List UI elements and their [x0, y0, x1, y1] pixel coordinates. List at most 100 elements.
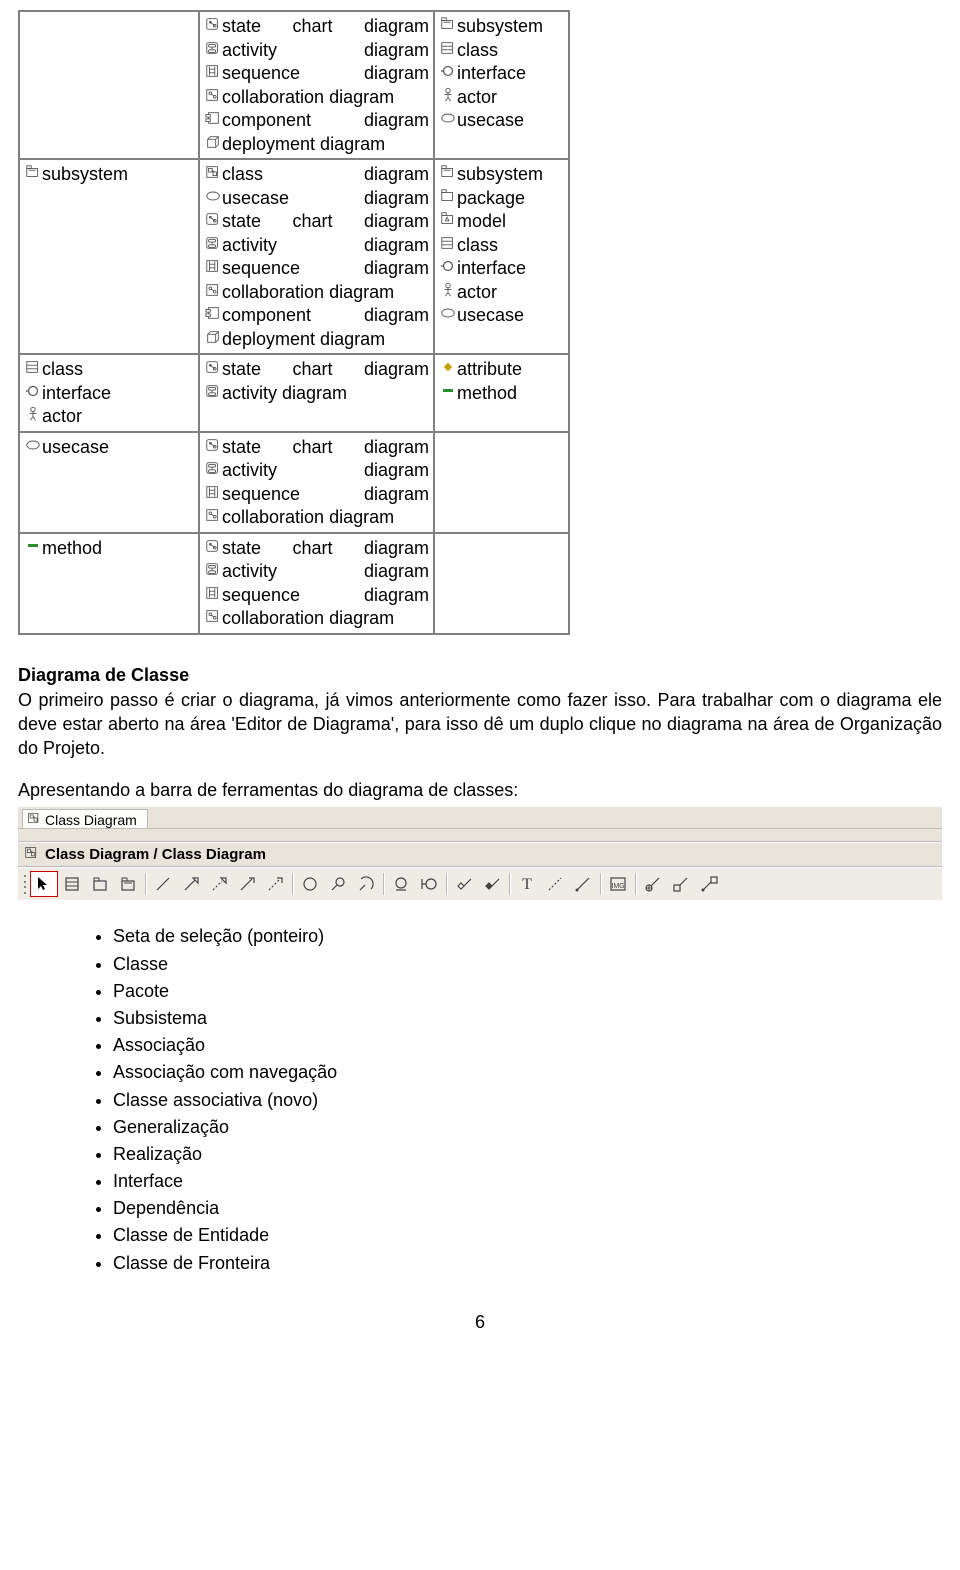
lollipop-tool[interactable] — [324, 871, 352, 897]
list-item: model — [439, 210, 564, 233]
activity-icon — [204, 459, 222, 477]
statechart-icon — [204, 15, 222, 33]
statechart-icon — [204, 436, 222, 454]
actor-icon — [24, 405, 42, 423]
list-item: state chart diagram — [204, 15, 429, 38]
sequence-icon — [204, 483, 222, 501]
realization-tool[interactable] — [205, 871, 233, 897]
pointer-tool[interactable] — [30, 871, 58, 897]
subsystem-tool[interactable] — [114, 871, 142, 897]
list-item: method — [439, 382, 564, 405]
interface-tool[interactable] — [296, 871, 324, 897]
page-number: 6 — [18, 1312, 942, 1333]
list-item: deployment diagram — [204, 328, 429, 351]
toolbar-separator — [509, 873, 510, 895]
item-label: actor — [457, 86, 564, 109]
usecase-icon — [24, 436, 42, 454]
package-icon — [439, 187, 457, 205]
item-label: usecase — [42, 436, 194, 459]
item-label: class — [42, 358, 194, 381]
item-label: class — [457, 39, 564, 62]
component-icon — [204, 304, 222, 322]
table-cell: class diagramusecase diagramstate chart … — [199, 159, 434, 354]
association-tool[interactable] — [149, 871, 177, 897]
list-item: interface — [439, 257, 564, 280]
list-item: actor — [24, 405, 194, 428]
aggregation-tool[interactable] — [450, 871, 478, 897]
class-diagram-editor-screenshot: Class Diagram Class Diagram / Class Diag… — [18, 807, 942, 900]
class-icon — [439, 39, 457, 57]
anchor-line-tool[interactable] — [569, 871, 597, 897]
list-item: collaboration diagram — [204, 607, 429, 630]
list-item: Realização — [113, 1142, 942, 1167]
list-item: state chart diagram — [204, 436, 429, 459]
boundary-class-tool[interactable] — [415, 871, 443, 897]
collaboration-icon — [204, 607, 222, 625]
list-item: sequence diagram — [204, 584, 429, 607]
usecase-icon — [204, 187, 222, 205]
list-item: attribute — [439, 358, 564, 381]
table-cell: state chart diagramactivity diagramseque… — [199, 11, 434, 159]
list-item: activity diagram — [204, 39, 429, 62]
activity-icon — [204, 382, 222, 400]
table-cell: state chart diagramactivity diagram — [199, 354, 434, 432]
item-label: collaboration diagram — [222, 607, 429, 630]
list-item: usecase diagram — [204, 187, 429, 210]
nav-association-tool[interactable] — [233, 871, 261, 897]
table-cell — [19, 11, 199, 159]
required-interface-tool[interactable] — [352, 871, 380, 897]
list-item: Dependência — [113, 1196, 942, 1221]
anchor-class-tool[interactable] — [695, 871, 723, 897]
toolbar-grip[interactable] — [22, 873, 28, 895]
list-item: Subsistema — [113, 1006, 942, 1031]
editor-tab-bar: Class Diagram — [18, 807, 942, 829]
item-label: usecase diagram — [222, 187, 429, 210]
generalization-tool[interactable] — [177, 871, 205, 897]
usecase-icon — [439, 304, 457, 322]
nesting-tool[interactable] — [639, 871, 667, 897]
dependency-tool[interactable] — [261, 871, 289, 897]
entity-class-tool[interactable] — [387, 871, 415, 897]
table-cell: usecase — [19, 432, 199, 533]
item-label: interface — [42, 382, 194, 405]
class-tool[interactable] — [58, 871, 86, 897]
classdiag-icon — [204, 163, 222, 181]
tab-class-diagram[interactable]: Class Diagram — [22, 809, 148, 828]
list-item: state chart diagram — [204, 358, 429, 381]
item-label: actor — [42, 405, 194, 428]
interface-icon — [439, 62, 457, 80]
section-subtext: Apresentando a barra de ferramentas do d… — [18, 780, 942, 801]
item-label: interface — [457, 257, 564, 280]
item-label: collaboration diagram — [222, 506, 429, 529]
actor-icon — [439, 281, 457, 299]
toolbar-separator — [600, 873, 601, 895]
containment-tool[interactable] — [667, 871, 695, 897]
sequence-icon — [204, 257, 222, 275]
list-item: method — [24, 537, 194, 560]
item-label: component diagram — [222, 304, 429, 327]
table-cell: state chart diagramactivity diagramseque… — [199, 533, 434, 634]
list-item: activity diagram — [204, 382, 429, 405]
item-label: method — [42, 537, 194, 560]
package-tool[interactable] — [86, 871, 114, 897]
list-item: actor — [439, 86, 564, 109]
table-cell — [434, 533, 569, 634]
collaboration-icon — [204, 86, 222, 104]
composition-tool[interactable] — [478, 871, 506, 897]
item-label: sequence diagram — [222, 62, 429, 85]
item-label: state chart diagram — [222, 537, 429, 560]
item-label: state chart diagram — [222, 436, 429, 459]
activity-icon — [204, 39, 222, 57]
item-label: class diagram — [222, 163, 429, 186]
list-item: sequence diagram — [204, 62, 429, 85]
item-label: usecase — [457, 109, 564, 132]
collaboration-icon — [204, 281, 222, 299]
list-item: collaboration diagram — [204, 281, 429, 304]
anchor-tool[interactable] — [541, 871, 569, 897]
class-icon — [24, 358, 42, 376]
image-tool[interactable] — [604, 871, 632, 897]
text-tool[interactable] — [513, 871, 541, 897]
list-item: deployment diagram — [204, 133, 429, 156]
list-item: activity diagram — [204, 560, 429, 583]
classdiag-icon — [27, 811, 41, 828]
